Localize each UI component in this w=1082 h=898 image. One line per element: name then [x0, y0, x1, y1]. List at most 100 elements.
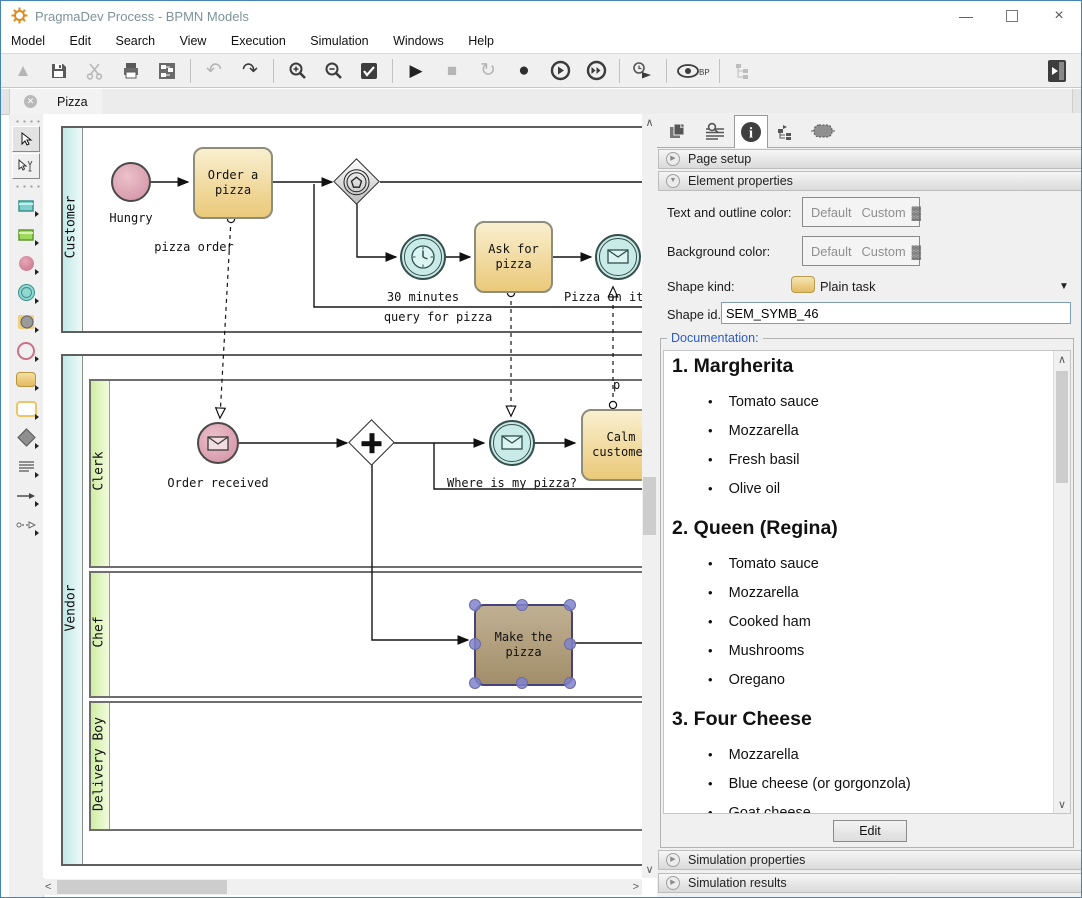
message-start-event-order-received[interactable]	[197, 422, 239, 464]
message-event-pizza-on-way[interactable]	[595, 234, 641, 280]
selection-handle[interactable]	[516, 677, 528, 689]
selection-handle[interactable]	[469, 638, 481, 650]
tree-export-icon[interactable]	[728, 58, 758, 84]
symbol-icon	[811, 122, 835, 140]
menu-edit[interactable]: Edit	[60, 31, 102, 48]
palette-message-flow-shape[interactable]	[11, 510, 41, 539]
shape-kind-value[interactable]: Plain task	[820, 279, 875, 294]
timer-event-30-minutes[interactable]	[400, 234, 446, 280]
bpmn-view-icon[interactable]: BP	[675, 58, 711, 84]
panel-tab-pages[interactable]	[662, 115, 696, 146]
diagram-canvas[interactable]: Customer Vendor Clerk Chef Delivery Boy	[43, 114, 642, 878]
documentation-viewer[interactable]: 1. Margherita Tomato sauce Mozzarella Fr…	[663, 350, 1071, 814]
doc-item: Oregano	[708, 672, 1048, 688]
cut-icon[interactable]	[80, 58, 110, 84]
record-icon[interactable]: ●	[509, 58, 539, 84]
selection-handle[interactable]	[516, 599, 528, 611]
shape-id-input[interactable]	[721, 302, 1071, 324]
selection-handle[interactable]	[564, 599, 576, 611]
palette-end-event-shape[interactable]	[11, 336, 41, 365]
palette-sequence-flow-shape[interactable]	[11, 481, 41, 510]
maximize-button[interactable]	[997, 5, 1027, 27]
run-icon[interactable]: ▶	[401, 58, 431, 84]
text-select-tool-button[interactable]	[12, 153, 40, 179]
task-ask-for-pizza[interactable]: Ask for pizza	[474, 221, 553, 293]
palette-lane-shape[interactable]	[11, 220, 41, 249]
palette-task-shape[interactable]	[11, 365, 41, 394]
start-event-hungry[interactable]	[111, 162, 151, 202]
check-model-icon[interactable]	[354, 58, 384, 84]
scroll-up-icon[interactable]: ∧	[642, 116, 657, 129]
task-order-a-pizza[interactable]: Order a pizza	[193, 147, 273, 219]
canvas-vscrollbar[interactable]: ∧ ∨	[642, 114, 657, 878]
redo-icon[interactable]: ↷	[235, 58, 265, 84]
text-outline-color-buttons[interactable]: Default Custom ▓	[802, 197, 920, 227]
undo-icon[interactable]: ↶	[199, 58, 229, 84]
scroll-down-icon[interactable]: ∨	[1054, 798, 1070, 811]
edit-button[interactable]: Edit	[833, 820, 907, 842]
palette-task-outline-shape[interactable]	[11, 394, 41, 423]
timed-run-icon[interactable]	[628, 58, 658, 84]
section-simulation-results[interactable]: ▶ Simulation results	[658, 873, 1082, 893]
zoom-in-icon[interactable]	[282, 58, 312, 84]
menu-view[interactable]: View	[170, 31, 217, 48]
panel-tab-tree[interactable]	[770, 115, 804, 146]
section-element-properties[interactable]: ▼ Element properties	[658, 171, 1082, 191]
task-calm-customer[interactable]: Calm customer	[581, 409, 642, 481]
save-icon[interactable]	[44, 58, 74, 84]
menu-model[interactable]: Model	[1, 31, 55, 48]
palette-intermediate-event-shape[interactable]	[11, 278, 41, 307]
scroll-right-icon[interactable]: >	[633, 881, 639, 893]
custom-button[interactable]: Custom	[862, 205, 906, 220]
palette-annotation-shape[interactable]	[11, 452, 41, 481]
panel-tab-symbol[interactable]	[806, 115, 840, 146]
step-into-icon[interactable]	[545, 58, 575, 84]
menu-simulation[interactable]: Simulation	[300, 31, 378, 48]
selection-handle[interactable]	[564, 638, 576, 650]
doc-scroll-thumb[interactable]	[1056, 371, 1068, 483]
canvas-hscrollbar[interactable]: < >	[43, 879, 642, 895]
export-diagram-icon[interactable]	[152, 58, 182, 84]
minimize-button[interactable]: —	[951, 5, 981, 27]
scroll-left-icon[interactable]: <	[45, 881, 51, 893]
stop-icon[interactable]: ■	[437, 58, 467, 84]
menu-help[interactable]: Help	[458, 31, 504, 48]
selection-handle[interactable]	[469, 677, 481, 689]
tabbar-scroll-strip[interactable]	[1072, 89, 1081, 114]
menu-search[interactable]: Search	[106, 31, 166, 48]
scroll-up-icon[interactable]: ∧	[1054, 353, 1070, 366]
selection-handle[interactable]	[564, 677, 576, 689]
panel-tab-info[interactable]: i	[734, 115, 768, 148]
toggle-panel-icon[interactable]	[1042, 58, 1072, 84]
close-button[interactable]: ×	[1044, 5, 1074, 27]
zoom-out-icon[interactable]	[318, 58, 348, 84]
hscroll-thumb[interactable]	[57, 880, 227, 894]
section-simulation-properties[interactable]: ▶ Simulation properties	[658, 850, 1082, 870]
vscroll-thumb[interactable]	[643, 477, 656, 535]
print-icon[interactable]	[116, 58, 146, 84]
menu-windows[interactable]: Windows	[383, 31, 454, 48]
step-over-icon[interactable]	[581, 58, 611, 84]
section-page-setup[interactable]: ▶ Page setup	[658, 149, 1082, 169]
default-button[interactable]: Default	[811, 205, 852, 220]
documentation-scrollbar[interactable]: ∧ ∨	[1053, 351, 1070, 813]
default-button[interactable]: Default	[811, 244, 852, 259]
task-make-the-pizza[interactable]: Make the pizza	[474, 604, 573, 686]
palette-task-marker-shape[interactable]	[11, 307, 41, 336]
shape-kind-dropdown-icon[interactable]: ▼	[1059, 281, 1069, 292]
restart-icon[interactable]: ↻	[473, 58, 503, 84]
background-color-buttons[interactable]: Default Custom ▓	[802, 236, 920, 266]
palette-start-event-shape[interactable]	[11, 249, 41, 278]
selection-handle[interactable]	[469, 599, 481, 611]
menu-execution[interactable]: Execution	[221, 31, 296, 48]
tab-close-icon[interactable]: ✕	[24, 95, 37, 108]
select-tool-button[interactable]	[12, 126, 40, 152]
move-up-icon[interactable]: ▲	[8, 58, 38, 84]
message-event-where-is-my-pizza[interactable]	[489, 420, 535, 466]
scroll-down-icon[interactable]: ∨	[642, 863, 657, 876]
tab-pizza[interactable]: ✕ Pizza	[10, 89, 102, 114]
palette-gateway-shape[interactable]	[11, 423, 41, 452]
custom-button[interactable]: Custom	[862, 244, 906, 259]
palette-pool-shape[interactable]	[11, 191, 41, 220]
panel-tab-search-text[interactable]	[698, 115, 732, 146]
